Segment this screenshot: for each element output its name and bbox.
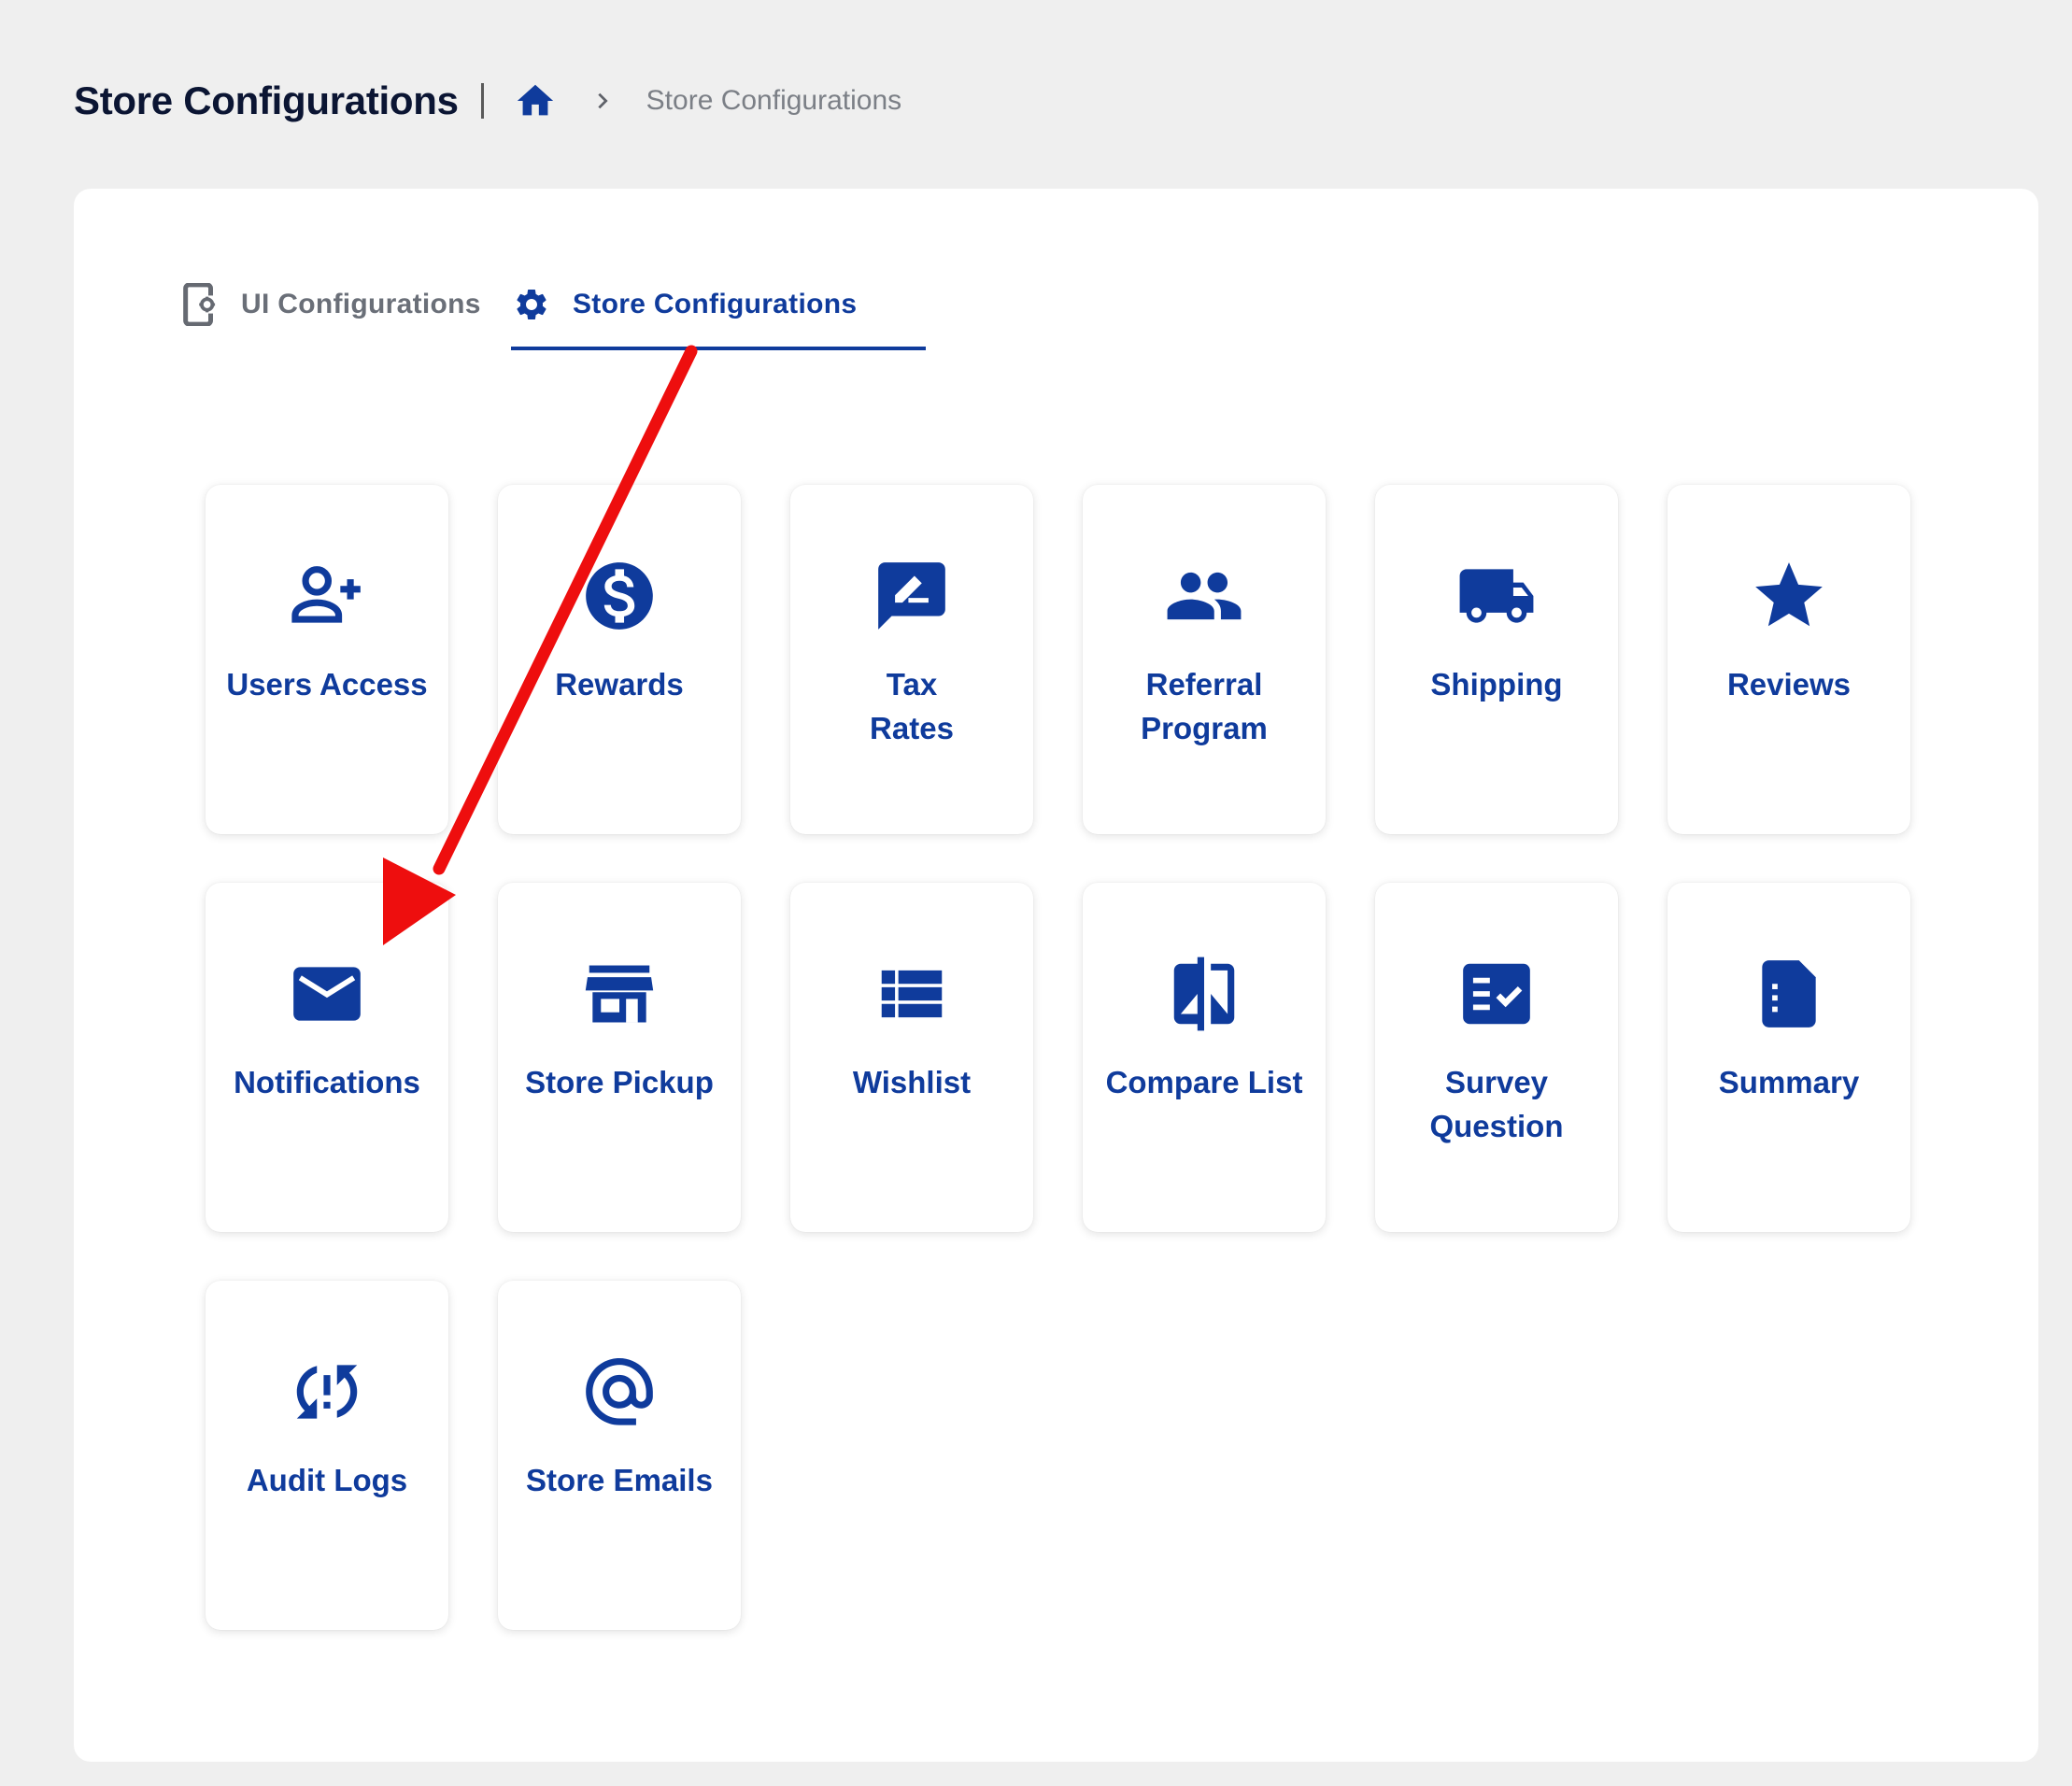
home-icon[interactable] [514, 79, 557, 122]
device-settings-icon [183, 283, 217, 326]
card-label: Users Access [226, 667, 428, 702]
list-icon [881, 970, 943, 1018]
card-label: Rewards [555, 667, 684, 702]
title-separator [480, 83, 484, 119]
tab-label: Store Configurations [573, 289, 858, 319]
breadcrumb-current: Store Configurations [646, 85, 902, 116]
sync-problem-icon [296, 1365, 358, 1419]
card-store-pickup[interactable]: Store Pickup [498, 883, 741, 1232]
tab-ui-configurations[interactable]: UI Configurations [181, 275, 481, 334]
document-icon [1762, 960, 1816, 1028]
dollar-icon [586, 562, 653, 630]
configuration-panel: UI Configurations Store Configurations U… [74, 189, 2038, 1762]
tab-label: UI Configurations [241, 289, 481, 319]
card-label: Reviews [1726, 667, 1852, 702]
card-wishlist[interactable]: Wishlist [790, 883, 1033, 1232]
card-label: Shipping [1430, 667, 1563, 702]
gear-icon [517, 290, 546, 319]
storefront-icon [585, 965, 654, 1023]
card-reviews[interactable]: Reviews [1668, 485, 1910, 834]
card-referral-program[interactable]: Referral Program [1083, 485, 1326, 834]
breadcrumb: Store Configurations [514, 79, 902, 122]
tab-store-configurations[interactable]: Store Configurations [513, 275, 857, 334]
active-tab-indicator [511, 347, 926, 350]
person-add-icon [291, 566, 361, 623]
card-label: Summary [1718, 1065, 1860, 1099]
card-shipping[interactable]: Shipping [1375, 485, 1618, 834]
truck-icon [1459, 569, 1534, 623]
card-label: Compare List [1105, 1065, 1303, 1099]
card-survey-question[interactable]: Survey Question [1375, 883, 1618, 1232]
star-icon [1755, 562, 1823, 627]
chevron-right-icon [598, 92, 608, 109]
card-label: Store Pickup [525, 1065, 714, 1099]
card-rewards[interactable]: Rewards [498, 485, 741, 834]
card-compare-list[interactable]: Compare List [1083, 883, 1326, 1232]
card-label: Notifications [234, 1065, 420, 1099]
page-header: Store Configurations Store Configuration… [74, 73, 901, 129]
card-store-emails[interactable]: Store Emails [498, 1281, 741, 1630]
card-audit-logs[interactable]: Audit Logs [206, 1281, 448, 1630]
at-icon [586, 1357, 653, 1425]
compare-icon [1173, 957, 1235, 1031]
card-label: Audit Logs [246, 1463, 408, 1497]
card-label: Wishlist [852, 1065, 972, 1099]
page-title: Store Configurations [74, 78, 459, 122]
card-label: Store Emails [526, 1463, 713, 1497]
fact-check-icon [1463, 963, 1530, 1025]
card-label: Referral Program [1141, 667, 1268, 745]
card-tax-rates[interactable]: Tax Rates [790, 485, 1033, 834]
card-label: Tax Rates [870, 667, 954, 745]
card-notifications[interactable]: Notifications [206, 883, 448, 1232]
people-icon [1167, 572, 1242, 620]
card-summary[interactable]: Summary [1668, 883, 1910, 1232]
card-label: Survey Question [1429, 1065, 1564, 1143]
card-users-access[interactable]: Users Access [206, 485, 448, 834]
rate-review-icon [878, 562, 945, 630]
mail-icon [293, 967, 361, 1021]
configuration-grid: Users Access Rewards Tax Rates Referral … [206, 485, 1910, 1630]
